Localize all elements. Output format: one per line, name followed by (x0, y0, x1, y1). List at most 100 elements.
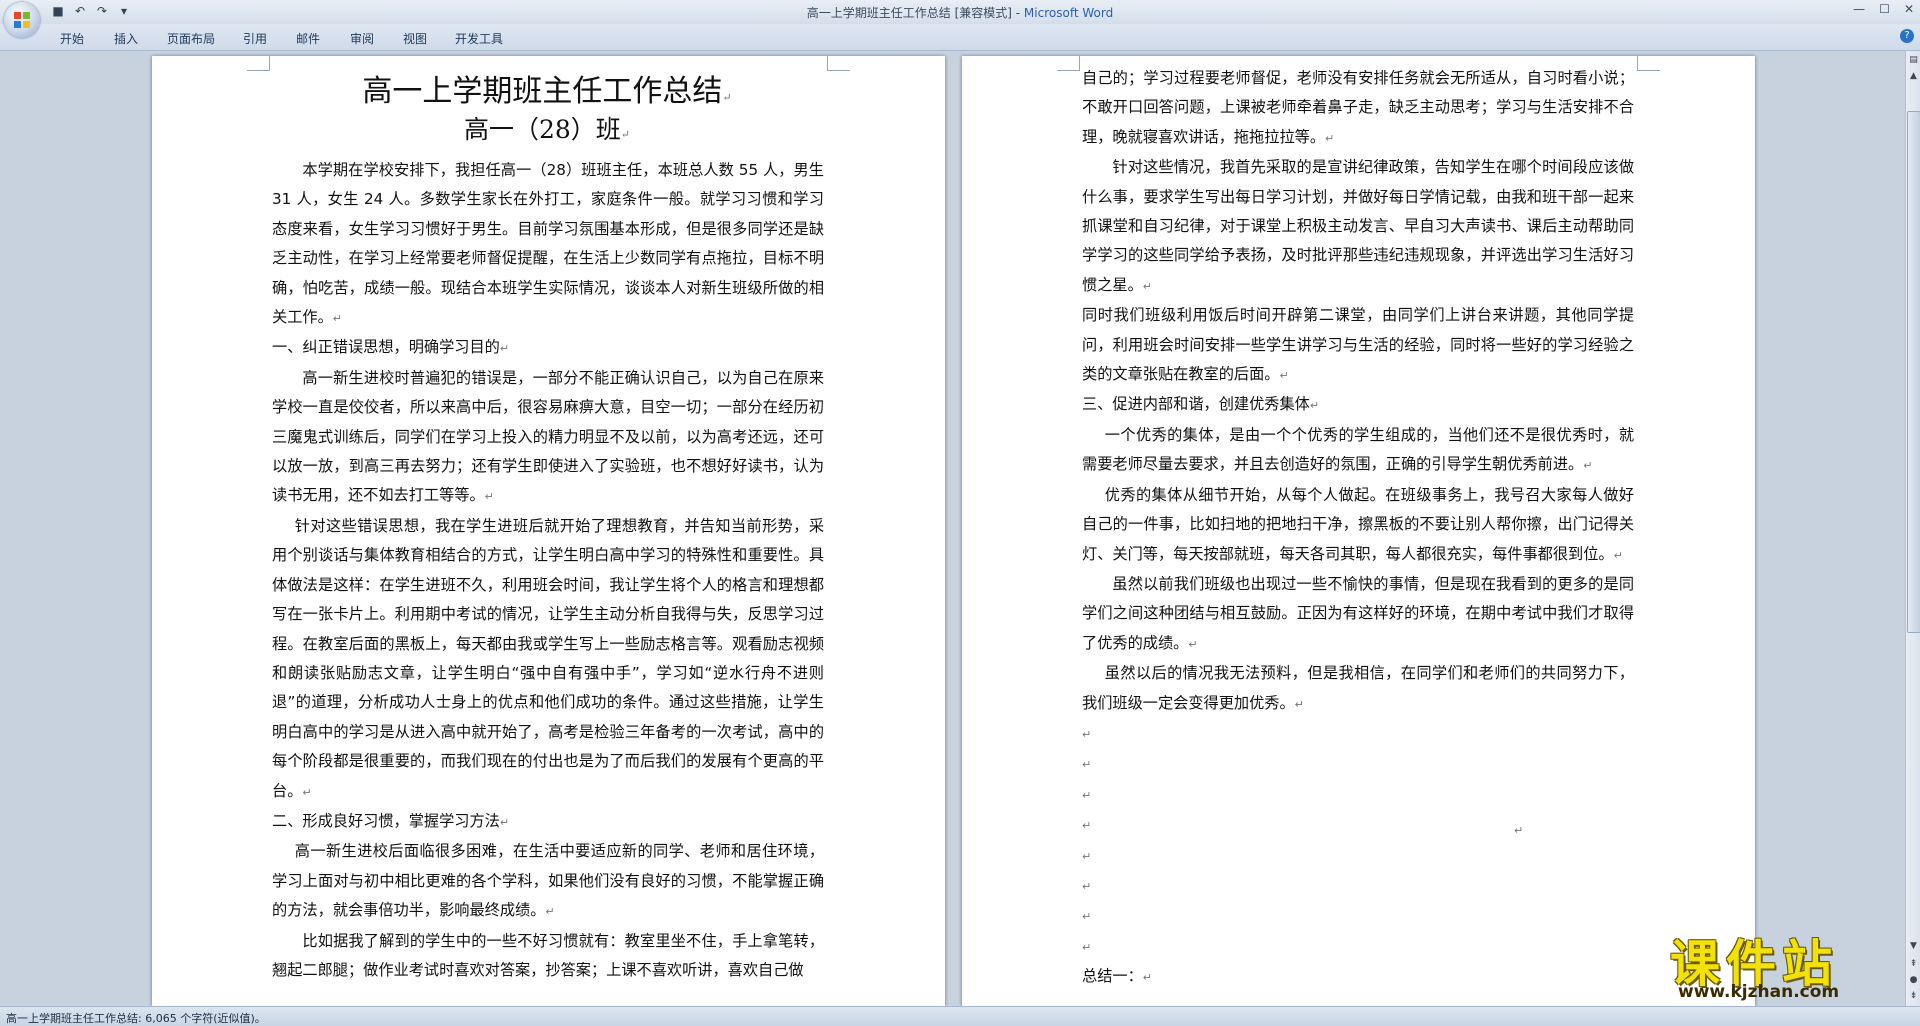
paragraph-text: 针对这些错误思想，我在学生进班后就开始了理想教育，并告知当前形势，采用个别谈话与… (272, 516, 824, 800)
paragraph: 虽然以后的情况我无法预料，但是我相信，在同学们和老师们的共同努力下，我们班级一定… (1082, 659, 1634, 719)
scroll-thumb[interactable] (1907, 111, 1920, 633)
paragraph-mark: ↵ (302, 785, 312, 799)
paragraph-mark: ↵ (1082, 727, 1092, 741)
paragraph-text: 针对这些情况，我首先采取的是宣讲纪律政策，告知学生在哪个时间段应该做什么事，要求… (1082, 158, 1634, 294)
paragraph: 三、促进内部和谐，创建优秀集体↵ (1082, 390, 1634, 420)
watermark-url: www.kjzhan.com (1678, 982, 1840, 1002)
paragraph: ↵ (1082, 749, 1634, 779)
right-page-body: 自己的；学习过程要老师督促，老师没有安排任务就会无所适从，自习时看小说；不敢开口… (1082, 64, 1634, 993)
window-title: 高一上学期班主任工作总结 [兼容模式] - Microsoft Word (0, 4, 1920, 21)
paragraph: 二、形成良好习惯，掌握学习方法↵ (272, 807, 824, 837)
paragraph-mark: ↵ (1188, 637, 1198, 651)
paragraph-text: 三、促进内部和谐，创建优秀集体 (1082, 395, 1310, 414)
document-name: 高一上学期班主任工作总结 [兼容模式] - (806, 6, 1024, 20)
maximize-icon[interactable]: ☐ (1879, 2, 1890, 16)
app-name: Microsoft Word (1023, 6, 1114, 20)
page-right[interactable]: 自己的；学习过程要老师督促，老师没有安排任务就会无所适从，自习时看小说；不敢开口… (962, 56, 1755, 1006)
paragraph-mark: ↵ (499, 342, 510, 356)
document-subtitle: 高一（28）班↵ (463, 115, 631, 144)
left-page-body: 本学期在学校安排下，我担任高一（28）班班主任，本班总人数 55 人，男生 31… (272, 156, 824, 985)
paragraph-mark: ↵ (1309, 399, 1320, 413)
paragraph-mark: ↵ (1142, 279, 1152, 293)
previous-page-icon[interactable]: ⇞ (1907, 957, 1920, 971)
paragraph: ↵ (1082, 719, 1634, 749)
paragraph: 本学期在学校安排下，我担任高一（28）班班主任，本班总人数 55 人，男生 31… (272, 156, 824, 333)
paragraph: ↵ (1082, 932, 1634, 962)
tab-home[interactable]: 开始 (60, 30, 84, 47)
margin-corner (1057, 56, 1080, 71)
paragraph: ↵ (1082, 841, 1634, 871)
margin-corner (827, 56, 850, 71)
paragraph: 高一新生进校时普遍犯的错误是，一部分不能正确认识自己，以为自己在原来学校一直是佼… (272, 364, 824, 512)
paragraph: ↵ (1082, 871, 1634, 901)
tab-mailings[interactable]: 邮件 (296, 30, 320, 47)
paragraph-text: 虽然以后的情况我无法预料，但是我相信，在同学们和老师们的共同努力下，我们班级一定… (1082, 664, 1634, 712)
paragraph: 高一新生进校后面临很多困难，在生活中要适应新的同学、老师和居住环境，学习上面对与… (272, 837, 824, 926)
paragraph-text: 优秀的集体从细节开始，从每个人做起。在班级事务上，我号召大家每人做好自己的一件事… (1082, 485, 1634, 563)
document-workspace: 高一上学期班主任工作总结↵ 高一（28）班↵ 本学期在学校安排下，我担任高一（2… (0, 51, 1905, 1006)
paragraph-text: 二、形成良好习惯，掌握学习方法 (272, 811, 500, 830)
title-bar: ■ ↶ ↷ ▾ 高一上学期班主任工作总结 [兼容模式] - Microsoft … (0, 0, 1920, 24)
paragraph: 比如据我了解到的学生中的一些不好习惯就有：教室里坐不住，手上拿笔转，翘起二郎腿；… (272, 927, 824, 986)
paragraph-mark: ↵ (1082, 819, 1092, 833)
tab-page-layout[interactable]: 页面布局 (167, 30, 215, 47)
ruler-toggle-icon[interactable]: ▤ (1907, 53, 1920, 67)
office-button[interactable] (4, 2, 40, 38)
tab-developer[interactable]: 开发工具 (455, 30, 503, 47)
paragraph-mark: ↵ (1142, 971, 1152, 985)
tab-review[interactable]: 审阅 (350, 30, 374, 47)
paragraph: 虽然以前我们班级也出现过一些不愉快的事情，但是现在我看到的更多的是同学们之间这种… (1082, 570, 1634, 659)
paragraph-text: 总结一： (1082, 967, 1143, 986)
paragraph: 优秀的集体从细节开始，从每个人做起。在班级事务上，我号召大家每人做好自己的一件事… (1082, 481, 1634, 570)
paragraph-text: 比如据我了解到的学生中的一些不好习惯就有：教室里坐不住，手上拿笔转，翘起二郎腿；… (272, 931, 824, 979)
window-controls: — ☐ ✕ (1853, 2, 1914, 16)
scroll-up-icon[interactable]: ▲ (1907, 69, 1920, 83)
paragraph: 自己的；学习过程要老师督促，老师没有安排任务就会无所适从，自习时看小说；不敢开口… (1082, 64, 1634, 153)
paragraph: 针对这些错误思想，我在学生进班后就开始了理想教育，并告知当前形势，采用个别谈话与… (272, 512, 824, 807)
paragraph: 总结一：↵ (1082, 962, 1634, 992)
paragraph-text: 虽然以前我们班级也出现过一些不愉快的事情，但是现在我看到的更多的是同学们之间这种… (1082, 574, 1634, 652)
margin-corner (1637, 56, 1660, 71)
paragraph-mark: ↵ (1082, 849, 1092, 863)
margin-corner (247, 56, 270, 71)
tab-view[interactable]: 视图 (403, 30, 427, 47)
paragraph-mark: ↵ (1082, 940, 1092, 954)
paragraph-text: 一个优秀的集体，是由一个个优秀的学生组成的，当他们还不是很优秀时，就需要老师尽量… (1082, 425, 1634, 474)
vertical-scrollbar[interactable]: ▤ ▲ ▼ ⇞ ● ⇟ (1905, 51, 1920, 1006)
tab-insert[interactable]: 插入 (114, 30, 138, 47)
paragraph: ↵ (1082, 901, 1634, 931)
paragraph-mark: ↵ (1613, 548, 1623, 562)
paragraph-mark: ↵ (545, 905, 555, 919)
paragraph-mark: ↵ (484, 490, 494, 504)
help-icon[interactable]: ? (1900, 29, 1914, 43)
tab-references[interactable]: 引用 (243, 30, 267, 47)
paragraph-mark: ↵ (1325, 131, 1335, 145)
paragraph: 同时我们班级利用饭后时间开辟第二课堂，由同学们上讲台来讲题，其他同学提问，利用班… (1082, 301, 1634, 390)
paragraph-text: 自己的；学习过程要老师督促，老师没有安排任务就会无所适从，自习时看小说；不敢开口… (1082, 69, 1634, 146)
status-bar: 高一上学期班主任工作总结: 6,065 个字符(近似值)。 (0, 1006, 1920, 1026)
minimize-icon[interactable]: — (1853, 2, 1865, 16)
paragraph: ↵ (1082, 810, 1634, 840)
paragraph-mark: ↵ (499, 815, 510, 829)
paragraph-text: 高一新生进校时普遍犯的错误是，一部分不能正确认识自己，以为自己在原来学校一直是佼… (272, 368, 824, 505)
scroll-down-icon[interactable]: ▼ (1907, 939, 1920, 953)
paragraph-text: 本学期在学校安排下，我担任高一（28）班班主任，本班总人数 55 人，男生 31… (272, 161, 824, 327)
paragraph-text: 一、纠正错误思想，明确学习目的 (272, 338, 500, 357)
select-browse-object-icon[interactable]: ● (1907, 973, 1920, 987)
word-count[interactable]: 高一上学期班主任工作总结: 6,065 个字符(近似值)。 (6, 1010, 266, 1026)
next-page-icon[interactable]: ⇟ (1907, 989, 1920, 1003)
paragraph: 一个优秀的集体，是由一个个优秀的学生组成的，当他们还不是很优秀时，就需要老师尽量… (1082, 421, 1634, 481)
ribbon-tabs: 开始 插入 页面布局 引用 邮件 审阅 视图 开发工具 ? (0, 24, 1920, 51)
paragraph: ↵ (1082, 780, 1634, 810)
close-icon[interactable]: ✕ (1904, 2, 1914, 16)
paragraph: 针对这些情况，我首先采取的是宣讲纪律政策，告知学生在哪个时间段应该做什么事，要求… (1082, 153, 1634, 301)
paragraph-text: 同时我们班级利用饭后时间开辟第二课堂，由同学们上讲台来讲题，其他同学提问，利用班… (1082, 306, 1634, 384)
paragraph-mark: ↵ (1082, 910, 1092, 924)
paragraph-mark: ↵ (1514, 824, 1524, 837)
paragraph-mark: ↵ (332, 312, 342, 326)
paragraph-mark: ↵ (1294, 697, 1304, 711)
paragraph-mark: ↵ (1583, 459, 1593, 473)
site-watermark: 课件站 www.kjzhan.com (1670, 924, 1905, 1006)
paragraph-mark: ↵ (1279, 369, 1289, 383)
page-left[interactable]: 高一上学期班主任工作总结↵ 高一（28）班↵ 本学期在学校安排下，我担任高一（2… (152, 56, 945, 1006)
